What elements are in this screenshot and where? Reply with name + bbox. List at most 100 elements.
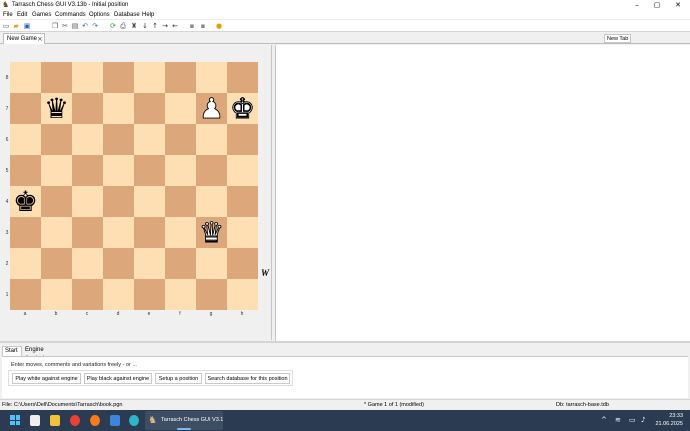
undo-icon[interactable]: ↶ xyxy=(81,22,89,30)
menu-commands[interactable]: Commands xyxy=(55,12,86,19)
flip-board-icon[interactable]: ⟳ xyxy=(109,22,117,30)
speaker-icon[interactable]: ♪ xyxy=(641,416,645,424)
square-f1[interactable] xyxy=(165,279,196,310)
new-file-icon[interactable]: ▭ xyxy=(2,22,10,30)
menu-file[interactable]: File xyxy=(3,12,13,19)
notation-panel[interactable] xyxy=(275,45,690,341)
square-h1[interactable] xyxy=(227,279,258,310)
move-down-icon[interactable]: ↓ xyxy=(141,22,149,30)
engine-icon[interactable]: ♜ xyxy=(130,22,138,30)
square-d2[interactable] xyxy=(103,248,134,279)
square-h8[interactable] xyxy=(227,62,258,93)
back-icon[interactable]: ← xyxy=(171,22,179,30)
square-d7[interactable] xyxy=(103,93,134,124)
first-move-icon[interactable]: ▪ xyxy=(188,22,196,30)
square-e8[interactable] xyxy=(134,62,165,93)
firefox-icon[interactable] xyxy=(90,415,100,426)
notepad-icon[interactable] xyxy=(110,415,120,426)
black-king-icon[interactable]: ♚ xyxy=(10,186,41,217)
print-icon[interactable]: ⎙ xyxy=(119,22,127,30)
white-pawn-icon[interactable]: ♟ xyxy=(196,93,227,125)
move-up-icon[interactable]: ↑ xyxy=(151,22,159,30)
square-h3[interactable] xyxy=(227,217,258,248)
play-black-button[interactable]: Play black against engine xyxy=(84,373,152,384)
chess-board[interactable]: ♛ ♟ ♚ ♚ ♛ xyxy=(10,62,258,310)
square-b6[interactable] xyxy=(41,124,72,155)
square-b3[interactable] xyxy=(41,217,72,248)
clock-date[interactable]: 21.06.2025 xyxy=(655,421,683,428)
last-move-icon[interactable]: ▪ xyxy=(199,22,207,30)
square-e5[interactable] xyxy=(134,155,165,186)
cut-icon[interactable]: ✂ xyxy=(61,22,69,30)
square-a6[interactable] xyxy=(10,124,41,155)
square-c1[interactable] xyxy=(72,279,103,310)
forward-icon[interactable]: → xyxy=(161,22,169,30)
paste-icon[interactable]: ▤ xyxy=(71,22,79,30)
menu-help[interactable]: Help xyxy=(142,12,154,19)
edge-icon[interactable] xyxy=(129,415,139,426)
folder-icon[interactable] xyxy=(50,415,60,426)
menu-options[interactable]: Options xyxy=(89,12,110,19)
square-c2[interactable] xyxy=(72,248,103,279)
square-d3[interactable] xyxy=(103,217,134,248)
copy-icon[interactable]: ❐ xyxy=(51,22,59,30)
square-f5[interactable] xyxy=(165,155,196,186)
square-e2[interactable] xyxy=(134,248,165,279)
redo-icon[interactable]: ↷ xyxy=(91,22,99,30)
menu-games[interactable]: Games xyxy=(32,12,51,19)
square-d1[interactable] xyxy=(103,279,134,310)
square-h6[interactable] xyxy=(227,124,258,155)
open-file-icon[interactable]: ▰ xyxy=(12,22,20,30)
square-e4[interactable] xyxy=(134,186,165,217)
white-queen-icon[interactable]: ♛ xyxy=(196,217,227,249)
square-f4[interactable] xyxy=(165,186,196,217)
square-h5[interactable] xyxy=(227,155,258,186)
square-c3[interactable] xyxy=(72,217,103,248)
square-a1[interactable] xyxy=(10,279,41,310)
square-e1[interactable] xyxy=(134,279,165,310)
tab-new-game[interactable]: New Game × xyxy=(3,33,45,44)
square-c7[interactable] xyxy=(72,93,103,124)
new-tab-button[interactable]: New Tab xyxy=(604,34,632,43)
search-database-button[interactable]: Search database for this position xyxy=(205,373,290,384)
menu-database[interactable]: Database xyxy=(114,12,140,19)
square-d6[interactable] xyxy=(103,124,134,155)
square-a2[interactable] xyxy=(10,248,41,279)
square-b2[interactable] xyxy=(41,248,72,279)
square-d4[interactable] xyxy=(103,186,134,217)
square-h2[interactable] xyxy=(227,248,258,279)
square-g6[interactable] xyxy=(196,124,227,155)
square-d8[interactable] xyxy=(103,62,134,93)
square-g5[interactable] xyxy=(196,155,227,186)
square-g2[interactable] xyxy=(196,248,227,279)
square-c8[interactable] xyxy=(72,62,103,93)
square-f3[interactable] xyxy=(165,217,196,248)
close-tab-icon[interactable]: × xyxy=(37,35,43,43)
setup-position-button[interactable]: Setup a position xyxy=(155,373,202,384)
square-b1[interactable] xyxy=(41,279,72,310)
square-a7[interactable] xyxy=(10,93,41,124)
square-g8[interactable] xyxy=(196,62,227,93)
close-icon[interactable]: ✕ xyxy=(667,0,689,11)
square-f2[interactable] xyxy=(165,248,196,279)
tab-engine-analysis[interactable]: Engine Analysis xyxy=(25,346,65,362)
windows-start-icon[interactable] xyxy=(10,415,20,425)
square-c5[interactable] xyxy=(72,155,103,186)
square-g1[interactable] xyxy=(196,279,227,310)
square-f7[interactable] xyxy=(165,93,196,124)
menu-edit[interactable]: Edit xyxy=(17,12,27,19)
taskbar-tarrasch-app[interactable]: ♞ Tarrasch Chess GUI V3.1 xyxy=(145,411,223,430)
square-f8[interactable] xyxy=(165,62,196,93)
square-e7[interactable] xyxy=(134,93,165,124)
square-e3[interactable] xyxy=(134,217,165,248)
white-king-icon[interactable]: ♚ xyxy=(227,93,258,125)
help-icon[interactable]: ● xyxy=(215,22,223,30)
square-b5[interactable] xyxy=(41,155,72,186)
play-white-button[interactable]: Play white against engine xyxy=(12,373,81,384)
square-c6[interactable] xyxy=(72,124,103,155)
square-a8[interactable] xyxy=(10,62,41,93)
display-icon[interactable]: ▭ xyxy=(629,416,636,424)
square-b4[interactable] xyxy=(41,186,72,217)
square-b8[interactable] xyxy=(41,62,72,93)
square-a5[interactable] xyxy=(10,155,41,186)
